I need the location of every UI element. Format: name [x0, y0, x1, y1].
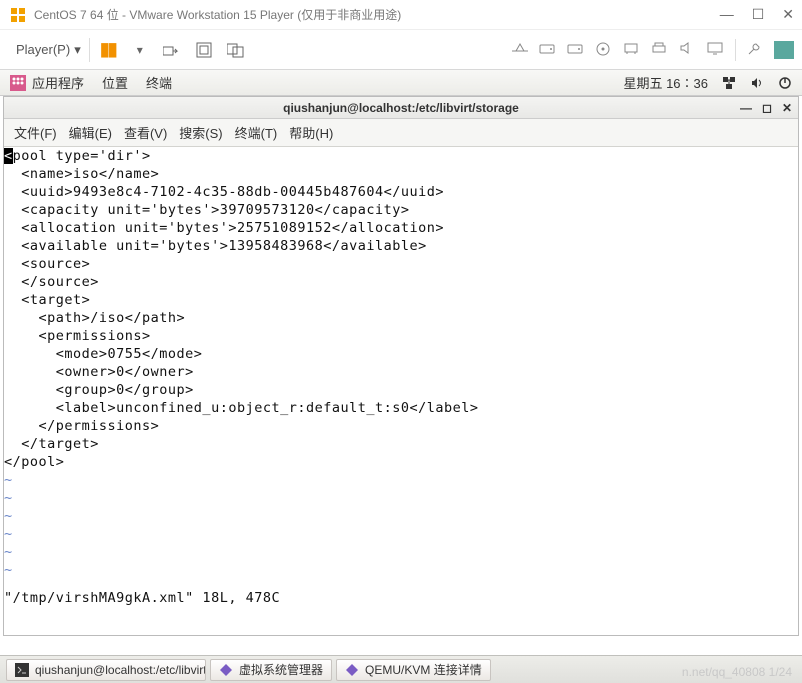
- code-line: </pool>: [4, 453, 798, 471]
- harddrive2-icon[interactable]: [567, 41, 585, 59]
- toolbar-left-icons: ▮▮ ▾: [98, 40, 246, 60]
- terminal-close-button[interactable]: ✕: [782, 101, 792, 115]
- network-status-icon[interactable]: [722, 76, 736, 90]
- terminal-maximize-button[interactable]: ◻: [762, 101, 772, 115]
- network-adapter-icon[interactable]: [623, 41, 641, 59]
- close-button[interactable]: ✕: [782, 6, 794, 23]
- gnome-status-area: 星期五 16∶36: [623, 73, 792, 92]
- qemu-kvm-icon: [345, 663, 359, 677]
- terminal-window-controls: — ◻ ✕: [740, 101, 792, 115]
- terminal-content[interactable]: <pool type='dir'> <name>iso</name> <uuid…: [4, 147, 798, 635]
- terminal-task-icon: [15, 663, 29, 677]
- unity-icon[interactable]: [226, 40, 246, 60]
- sound-icon[interactable]: [679, 41, 697, 59]
- vmware-logo-icon: [8, 5, 28, 25]
- empty-line-tilde: ~: [4, 525, 798, 543]
- clock-label[interactable]: 星期五 16∶36: [623, 73, 708, 92]
- taskbar-item-qemu-kvm[interactable]: QEMU/KVM 连接详情: [336, 659, 491, 681]
- fullscreen-icon[interactable]: [194, 40, 214, 60]
- gnome-taskbar: qiushanjun@localhost:/etc/libvirt… 虚拟系统管…: [0, 655, 802, 683]
- chevron-down-icon: ▾: [74, 42, 81, 58]
- empty-line-tilde: ~: [4, 561, 798, 579]
- menu-file[interactable]: 文件(F): [14, 123, 57, 142]
- empty-line-tilde: ~: [4, 489, 798, 507]
- code-line: <pool type='dir'>: [4, 147, 798, 165]
- maximize-vm-icon[interactable]: [774, 41, 794, 59]
- toolbar-separator: [735, 39, 736, 61]
- code-line: <path>/iso</path>: [4, 309, 798, 327]
- terminal-launcher[interactable]: 终端: [146, 73, 172, 92]
- menu-help[interactable]: 帮助(H): [289, 123, 333, 142]
- terminal-window: qiushanjun@localhost:/etc/libvirt/storag…: [3, 96, 799, 636]
- code-line: <uuid>9493e8c4-7102-4c35-88db-00445b4876…: [4, 183, 798, 201]
- virt-manager-icon: [219, 663, 233, 677]
- network-icon[interactable]: [511, 41, 529, 59]
- gnome-top-panel: 应用程序 位置 终端 星期五 16∶36: [0, 70, 802, 96]
- code-line: <owner>0</owner>: [4, 363, 798, 381]
- code-line: <permissions>: [4, 327, 798, 345]
- applications-menu[interactable]: 应用程序: [32, 73, 84, 92]
- volume-status-icon[interactable]: [750, 76, 764, 90]
- code-line: <allocation unit='bytes'>25751089152</al…: [4, 219, 798, 237]
- terminal-title-label: qiushanjun@localhost:/etc/libvirt/storag…: [283, 101, 519, 115]
- code-line: <source>: [4, 255, 798, 273]
- player-menu-button[interactable]: Player(P) ▾: [8, 38, 90, 62]
- code-line: </target>: [4, 435, 798, 453]
- display-icon[interactable]: [707, 41, 725, 59]
- code-line: <target>: [4, 291, 798, 309]
- pause-icon[interactable]: ▮▮: [98, 40, 118, 60]
- cdrom-icon[interactable]: [595, 41, 613, 59]
- menu-edit[interactable]: 编辑(E): [69, 123, 112, 142]
- empty-line-tilde: ~: [4, 543, 798, 561]
- maximize-button[interactable]: ☐: [752, 6, 765, 23]
- empty-line-tilde: ~: [4, 507, 798, 525]
- vmware-toolbar: Player(P) ▾ ▮▮ ▾: [0, 30, 802, 70]
- send-ctrl-alt-del-icon[interactable]: [162, 40, 182, 60]
- terminal-titlebar: qiushanjun@localhost:/etc/libvirt/storag…: [4, 97, 798, 119]
- vim-status-line: "/tmp/virshMA9gkA.xml" 18L, 478C: [4, 587, 798, 607]
- applications-icon: [10, 75, 26, 91]
- player-menu-label: Player(P): [16, 42, 70, 57]
- menu-search[interactable]: 搜索(S): [179, 123, 222, 142]
- code-line: </permissions>: [4, 417, 798, 435]
- code-line: <group>0</group>: [4, 381, 798, 399]
- taskbar-item-label: QEMU/KVM 连接详情: [365, 661, 482, 678]
- code-line: <mode>0755</mode>: [4, 345, 798, 363]
- window-controls: — ☐ ✕: [720, 6, 794, 23]
- taskbar-item-label: qiushanjun@localhost:/etc/libvirt…: [35, 663, 206, 677]
- vmware-titlebar: CentOS 7 64 位 - VMware Workstation 15 Pl…: [0, 0, 802, 30]
- terminal-menubar: 文件(F) 编辑(E) 查看(V) 搜索(S) 终端(T) 帮助(H): [4, 119, 798, 147]
- dropdown-icon[interactable]: ▾: [130, 40, 150, 60]
- window-title: CentOS 7 64 位 - VMware Workstation 15 Pl…: [34, 6, 720, 23]
- power-status-icon[interactable]: [778, 76, 792, 90]
- empty-line-tilde: ~: [4, 471, 798, 489]
- tools-icon[interactable]: [746, 41, 764, 59]
- harddrive-icon[interactable]: [539, 41, 557, 59]
- terminal-minimize-button[interactable]: —: [740, 101, 752, 115]
- taskbar-item-virt-manager[interactable]: 虚拟系统管理器: [210, 659, 332, 681]
- toolbar-right-icons: [511, 39, 794, 61]
- code-line: <capacity unit='bytes'>39709573120</capa…: [4, 201, 798, 219]
- code-line: </source>: [4, 273, 798, 291]
- taskbar-item-label: 虚拟系统管理器: [239, 661, 323, 678]
- printer-icon[interactable]: [651, 41, 669, 59]
- code-line: <available unit='bytes'>13958483968</ava…: [4, 237, 798, 255]
- minimize-button[interactable]: —: [720, 6, 734, 23]
- menu-view[interactable]: 查看(V): [124, 123, 167, 142]
- places-menu[interactable]: 位置: [102, 73, 128, 92]
- code-line: <name>iso</name>: [4, 165, 798, 183]
- menu-terminal[interactable]: 终端(T): [235, 123, 278, 142]
- taskbar-item-terminal[interactable]: qiushanjun@localhost:/etc/libvirt…: [6, 659, 206, 681]
- code-line: <label>unconfined_u:object_r:default_t:s…: [4, 399, 798, 417]
